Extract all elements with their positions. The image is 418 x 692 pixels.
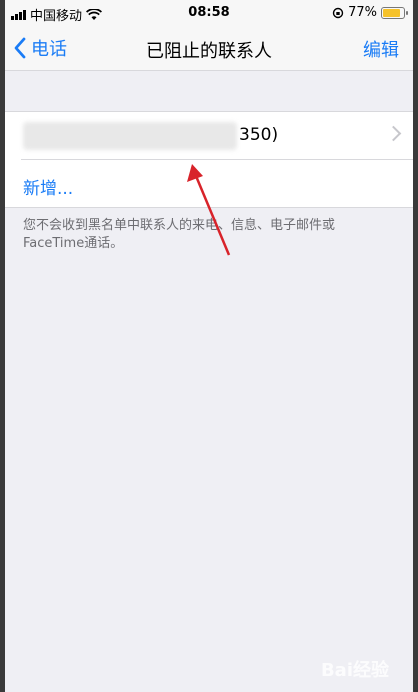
annotation-arrow [187,164,231,256]
watermark-logo: Bai经验 [320,660,389,681]
phone-screen: 中国移动 08:58 77% 电话 已阻止的联系人 编辑 350) 新增... … [5,0,413,692]
